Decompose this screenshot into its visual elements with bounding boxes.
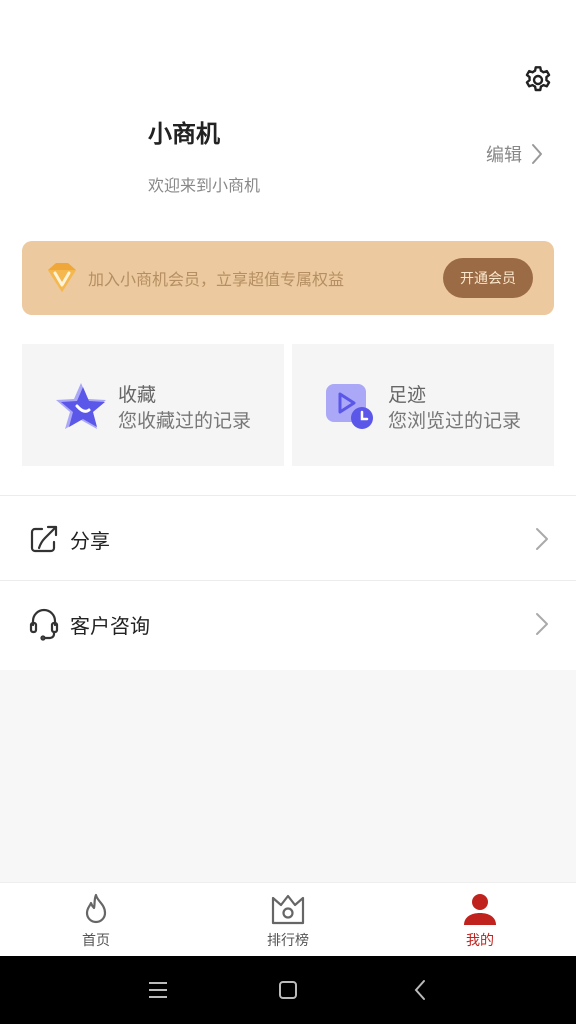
- history-card[interactable]: 足迹 您浏览过的记录: [292, 344, 554, 466]
- headset-icon: [28, 608, 60, 641]
- user-name: 小商机: [148, 120, 220, 148]
- mine-page: 小商机 欢迎来到小商机 编辑 加入小商机会员，立享超值专属权益 开通会员 收藏: [0, 0, 576, 1024]
- favorites-card[interactable]: 收藏 您收藏过的记录: [22, 344, 284, 466]
- settings-button[interactable]: [520, 62, 556, 98]
- tab-ranking[interactable]: 排行榜: [228, 883, 348, 957]
- user-icon: [462, 891, 498, 927]
- menu-icon: [149, 982, 167, 998]
- divider: [0, 495, 576, 496]
- tab-home-label: 首页: [82, 932, 110, 949]
- tab-home[interactable]: 首页: [36, 883, 156, 957]
- share-row[interactable]: 分享: [0, 497, 576, 581]
- share-label: 分享: [70, 528, 110, 553]
- tab-mine-label: 我的: [466, 932, 494, 949]
- square-icon: [279, 981, 297, 999]
- customer-service-row[interactable]: 客户咨询: [0, 582, 576, 666]
- profile-section: 小商机 欢迎来到小商机 编辑 加入小商机会员，立享超值专属权益 开通会员 收藏: [0, 0, 576, 670]
- share-icon: [28, 523, 60, 555]
- chevron-right-icon: [532, 144, 542, 164]
- bottom-tab-bar: 首页 排行榜 我的: [0, 882, 576, 956]
- chevron-right-icon: [536, 613, 548, 635]
- system-navigation-bar: [0, 956, 576, 1024]
- back-button[interactable]: [406, 976, 434, 1004]
- history-title: 足迹: [388, 384, 427, 406]
- history-subtitle: 您浏览过的记录: [388, 410, 522, 432]
- tab-ranking-label: 排行榜: [267, 932, 309, 949]
- favorites-title: 收藏: [118, 384, 157, 406]
- welcome-text: 欢迎来到小商机: [148, 176, 261, 195]
- favorites-subtitle: 您收藏过的记录: [118, 410, 252, 432]
- chevron-right-icon: [536, 528, 548, 550]
- open-membership-button[interactable]: 开通会员: [443, 258, 533, 298]
- crown-camera-icon: [270, 891, 306, 927]
- vip-promo-text: 加入小商机会员，立享超值专属权益: [88, 270, 345, 289]
- vip-banner[interactable]: 加入小商机会员，立享超值专属权益 开通会员: [22, 241, 554, 315]
- history-play-icon: [326, 384, 373, 429]
- home-button[interactable]: [274, 976, 302, 1004]
- divider: [0, 580, 576, 581]
- diamond-v-icon: [48, 263, 76, 292]
- menu-button[interactable]: [144, 976, 172, 1004]
- star-icon: [56, 383, 106, 429]
- gear-icon: [525, 66, 551, 92]
- edit-label: 编辑: [486, 145, 522, 166]
- edit-profile-button[interactable]: 编辑: [486, 140, 544, 168]
- back-icon: [414, 980, 425, 1000]
- tab-mine[interactable]: 我的: [420, 883, 540, 957]
- customer-service-label: 客户咨询: [70, 613, 150, 638]
- flame-icon: [78, 891, 114, 927]
